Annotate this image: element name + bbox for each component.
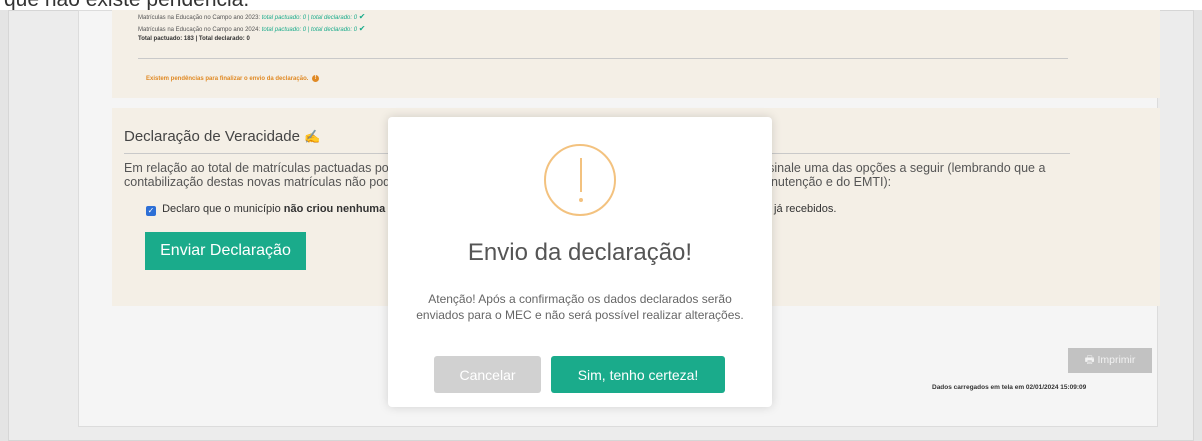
- page: que não existe pendência. Matrículas na …: [0, 0, 1202, 441]
- warning-icon-bar: [580, 158, 582, 192]
- confirmation-modal: Envio da declaração! Atenção! Após a con…: [388, 117, 772, 407]
- warning-icon-dot: [579, 198, 583, 202]
- warning-icon: [544, 144, 616, 216]
- confirm-button[interactable]: Sim, tenho certeza!: [551, 356, 725, 393]
- cut-off-text: que não existe pendência.: [4, 0, 249, 10]
- modal-text-line2: enviados para o MEC e não será possível …: [416, 308, 744, 322]
- cancel-button[interactable]: Cancelar: [434, 356, 541, 393]
- top-strip: que não existe pendência.: [0, 0, 1202, 10]
- modal-title: Envio da declaração!: [467, 239, 693, 266]
- modal-text-line1: Atenção! Após a confirmação os dados dec…: [428, 292, 732, 306]
